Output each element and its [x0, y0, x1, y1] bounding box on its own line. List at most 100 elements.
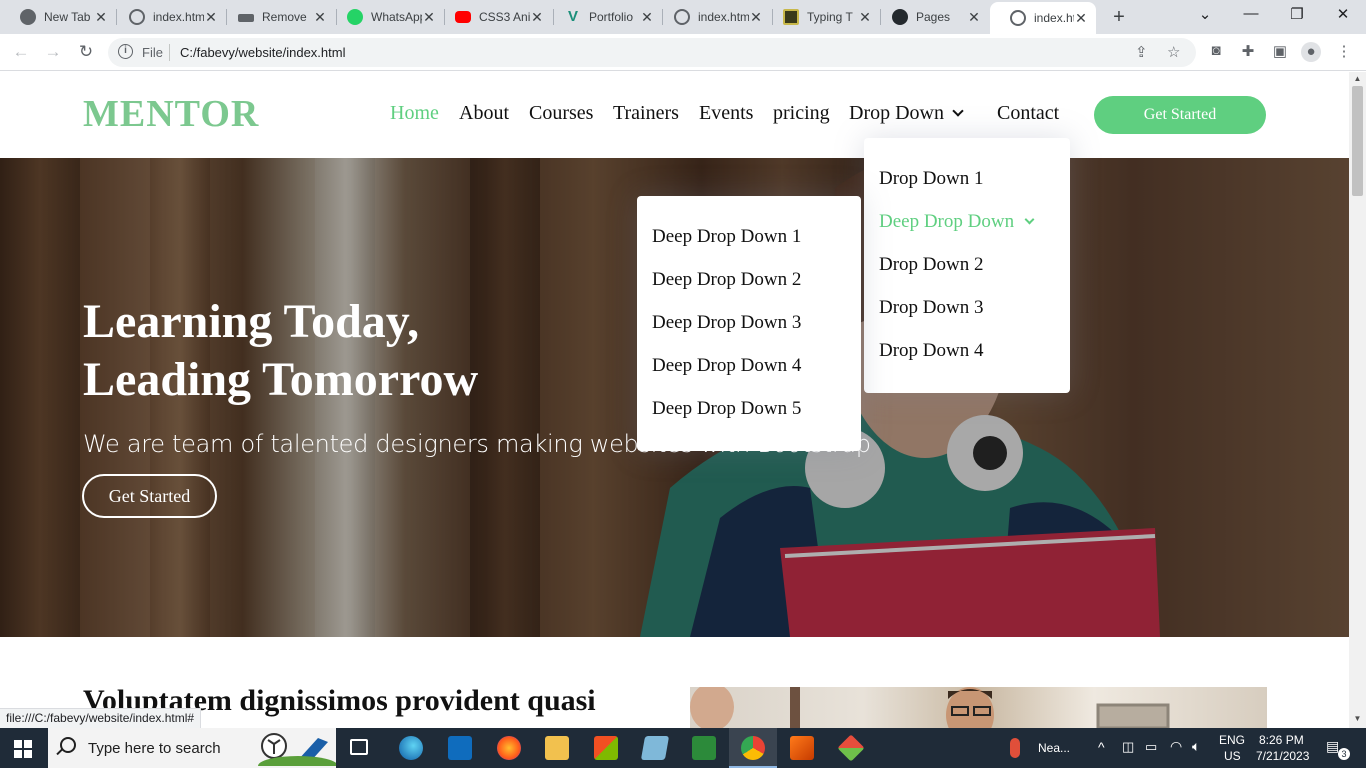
back-arrow-icon[interactable]: ←	[10, 41, 32, 63]
extensions-icon[interactable]: ✚	[1238, 42, 1258, 60]
github-icon	[892, 9, 908, 25]
nav-dropdown[interactable]: Drop Down	[849, 102, 964, 125]
language-line-1[interactable]: ENG	[1219, 733, 1245, 747]
page-scrollbar[interactable]: ▲ ▼	[1349, 72, 1366, 728]
new-tab-button[interactable]: +	[1108, 6, 1130, 28]
site-logo[interactable]: MENTOR	[83, 92, 259, 136]
vlc-like-icon[interactable]	[790, 736, 814, 760]
clock-date[interactable]: 7/21/2023	[1256, 749, 1309, 763]
task-manager-icon[interactable]	[692, 736, 716, 760]
minimize-icon[interactable]: —	[1239, 5, 1263, 22]
search-placeholder: Type here to search	[88, 740, 221, 757]
chevron-down-icon	[1024, 214, 1035, 225]
tab-title: Typing T	[807, 10, 853, 24]
tab-new-tab[interactable]: New Tab ✕	[0, 0, 116, 34]
close-icon[interactable]: ✕	[313, 9, 327, 26]
task-view-icon[interactable]	[350, 739, 368, 755]
git-gui-icon[interactable]	[837, 734, 865, 762]
deep-dropdown-item-1[interactable]: Deep Drop Down 1	[652, 226, 801, 248]
close-icon[interactable]: ✕	[967, 9, 981, 26]
side-panel-icon[interactable]: ▣	[1270, 42, 1290, 60]
hero-title-line-2: Leading Tomorrow	[83, 353, 479, 406]
scroll-up-icon[interactable]: ▲	[1352, 74, 1363, 83]
volume-icon[interactable]: 🔈︎	[1192, 738, 1200, 755]
clock-time[interactable]: 8:26 PM	[1259, 733, 1304, 747]
close-icon[interactable]: ✕	[94, 9, 108, 26]
hero-get-started-button[interactable]: Get Started	[82, 474, 217, 518]
nav-pricing[interactable]: pricing	[773, 102, 830, 125]
search-highlight-image	[258, 733, 336, 766]
edge-icon[interactable]	[399, 736, 423, 760]
store-icon[interactable]	[594, 736, 618, 760]
nav-events[interactable]: Events	[699, 102, 753, 125]
wifi-icon[interactable]: ◠	[1170, 738, 1182, 755]
weather-thermometer-icon[interactable]	[1010, 738, 1020, 758]
info-icon[interactable]: i	[118, 44, 133, 59]
weather-text[interactable]: Nea...	[1038, 741, 1070, 755]
battery-icon[interactable]: ▭	[1145, 739, 1157, 755]
nav-courses[interactable]: Courses	[529, 102, 593, 125]
tab-title: WhatsApp	[371, 10, 422, 24]
tab-portfolio[interactable]: V Portfolio ✕	[545, 0, 662, 34]
deep-dropdown-item-4[interactable]: Deep Drop Down 4	[652, 355, 801, 377]
tab-title: index.htm	[153, 10, 204, 24]
close-icon[interactable]: ✕	[1074, 10, 1088, 27]
tab-index-active[interactable]: index.htm ✕	[990, 2, 1096, 34]
close-window-icon[interactable]: ✕	[1331, 5, 1355, 23]
tab-index-2[interactable]: index.htm ✕	[654, 0, 771, 34]
firefox-icon[interactable]	[497, 736, 521, 760]
taskbar-search-box[interactable]: Type here to search	[48, 728, 336, 768]
scroll-thumb[interactable]	[1352, 86, 1363, 196]
tab-index-1[interactable]: index.htm ✕	[109, 0, 226, 34]
tab-typing[interactable]: Typing T ✕	[763, 0, 880, 34]
url-text[interactable]: C:/fabevy/website/index.html	[180, 45, 345, 60]
windows-start-icon[interactable]	[14, 740, 32, 758]
tab-whatsapp[interactable]: WhatsApp ✕	[327, 0, 444, 34]
nav-dropdown-label: Drop Down	[849, 102, 944, 124]
nav-about[interactable]: About	[459, 102, 509, 125]
notes-app-icon[interactable]	[640, 736, 670, 760]
close-icon[interactable]: ✕	[749, 9, 763, 26]
star-icon[interactable]: ☆	[1167, 43, 1180, 61]
reload-icon[interactable]: ↻	[75, 41, 97, 63]
get-started-button[interactable]: Get Started	[1094, 96, 1266, 134]
menu-dots-icon[interactable]: ⋮	[1334, 42, 1354, 60]
camera-tray-icon[interactable]: ◫	[1122, 739, 1134, 755]
dropdown-item-4[interactable]: Drop Down 4	[879, 340, 984, 362]
close-icon[interactable]: ✕	[858, 9, 872, 26]
nav-contact[interactable]: Contact	[997, 102, 1059, 125]
chrome-taskbar-icon[interactable]	[741, 736, 765, 760]
forward-arrow-icon[interactable]: →	[42, 41, 64, 63]
profile-icon[interactable]: ●	[1301, 42, 1321, 62]
dropdown-item-2[interactable]: Drop Down 2	[879, 254, 984, 276]
scroll-down-icon[interactable]: ▼	[1352, 714, 1363, 723]
omnibox-divider	[169, 44, 170, 61]
mail-icon[interactable]	[448, 736, 472, 760]
deep-dropdown-item-3[interactable]: Deep Drop Down 3	[652, 312, 801, 334]
hat-icon	[238, 14, 254, 22]
tab-css3[interactable]: CSS3 Ani ✕	[435, 0, 552, 34]
deep-dropdown-item-2[interactable]: Deep Drop Down 2	[652, 269, 801, 291]
tab-search-chevron-icon[interactable]: ⌄	[1193, 5, 1217, 23]
camera-icon[interactable]: ◙	[1206, 42, 1226, 59]
dropdown-item-3[interactable]: Drop Down 3	[879, 297, 984, 319]
share-icon[interactable]: ⇪	[1135, 43, 1148, 61]
chevron-up-icon[interactable]: ^	[1098, 739, 1105, 755]
dropdown-item-deep[interactable]: Deep Drop Down	[879, 211, 1035, 233]
close-icon[interactable]: ✕	[422, 9, 436, 26]
about-image	[690, 687, 1267, 728]
restore-icon[interactable]: ❐	[1285, 5, 1309, 23]
address-bar[interactable]: i File C:/fabevy/website/index.html ⇪ ☆	[108, 38, 1196, 67]
tab-strip: New Tab ✕ index.htm ✕ Remove ✕ WhatsApp …	[0, 0, 1366, 34]
language-line-2[interactable]: US	[1224, 749, 1241, 763]
file-explorer-icon[interactable]	[545, 736, 569, 760]
close-icon[interactable]: ✕	[530, 9, 544, 26]
nav-home[interactable]: Home	[390, 102, 439, 125]
tab-remove[interactable]: Remove ✕	[218, 0, 335, 34]
tab-pages[interactable]: Pages ✕	[872, 0, 989, 34]
close-icon[interactable]: ✕	[204, 9, 218, 26]
dropdown-item-1[interactable]: Drop Down 1	[879, 168, 984, 190]
close-icon[interactable]: ✕	[640, 9, 654, 26]
nav-trainers[interactable]: Trainers	[613, 102, 679, 125]
deep-dropdown-item-5[interactable]: Deep Drop Down 5	[652, 398, 801, 420]
